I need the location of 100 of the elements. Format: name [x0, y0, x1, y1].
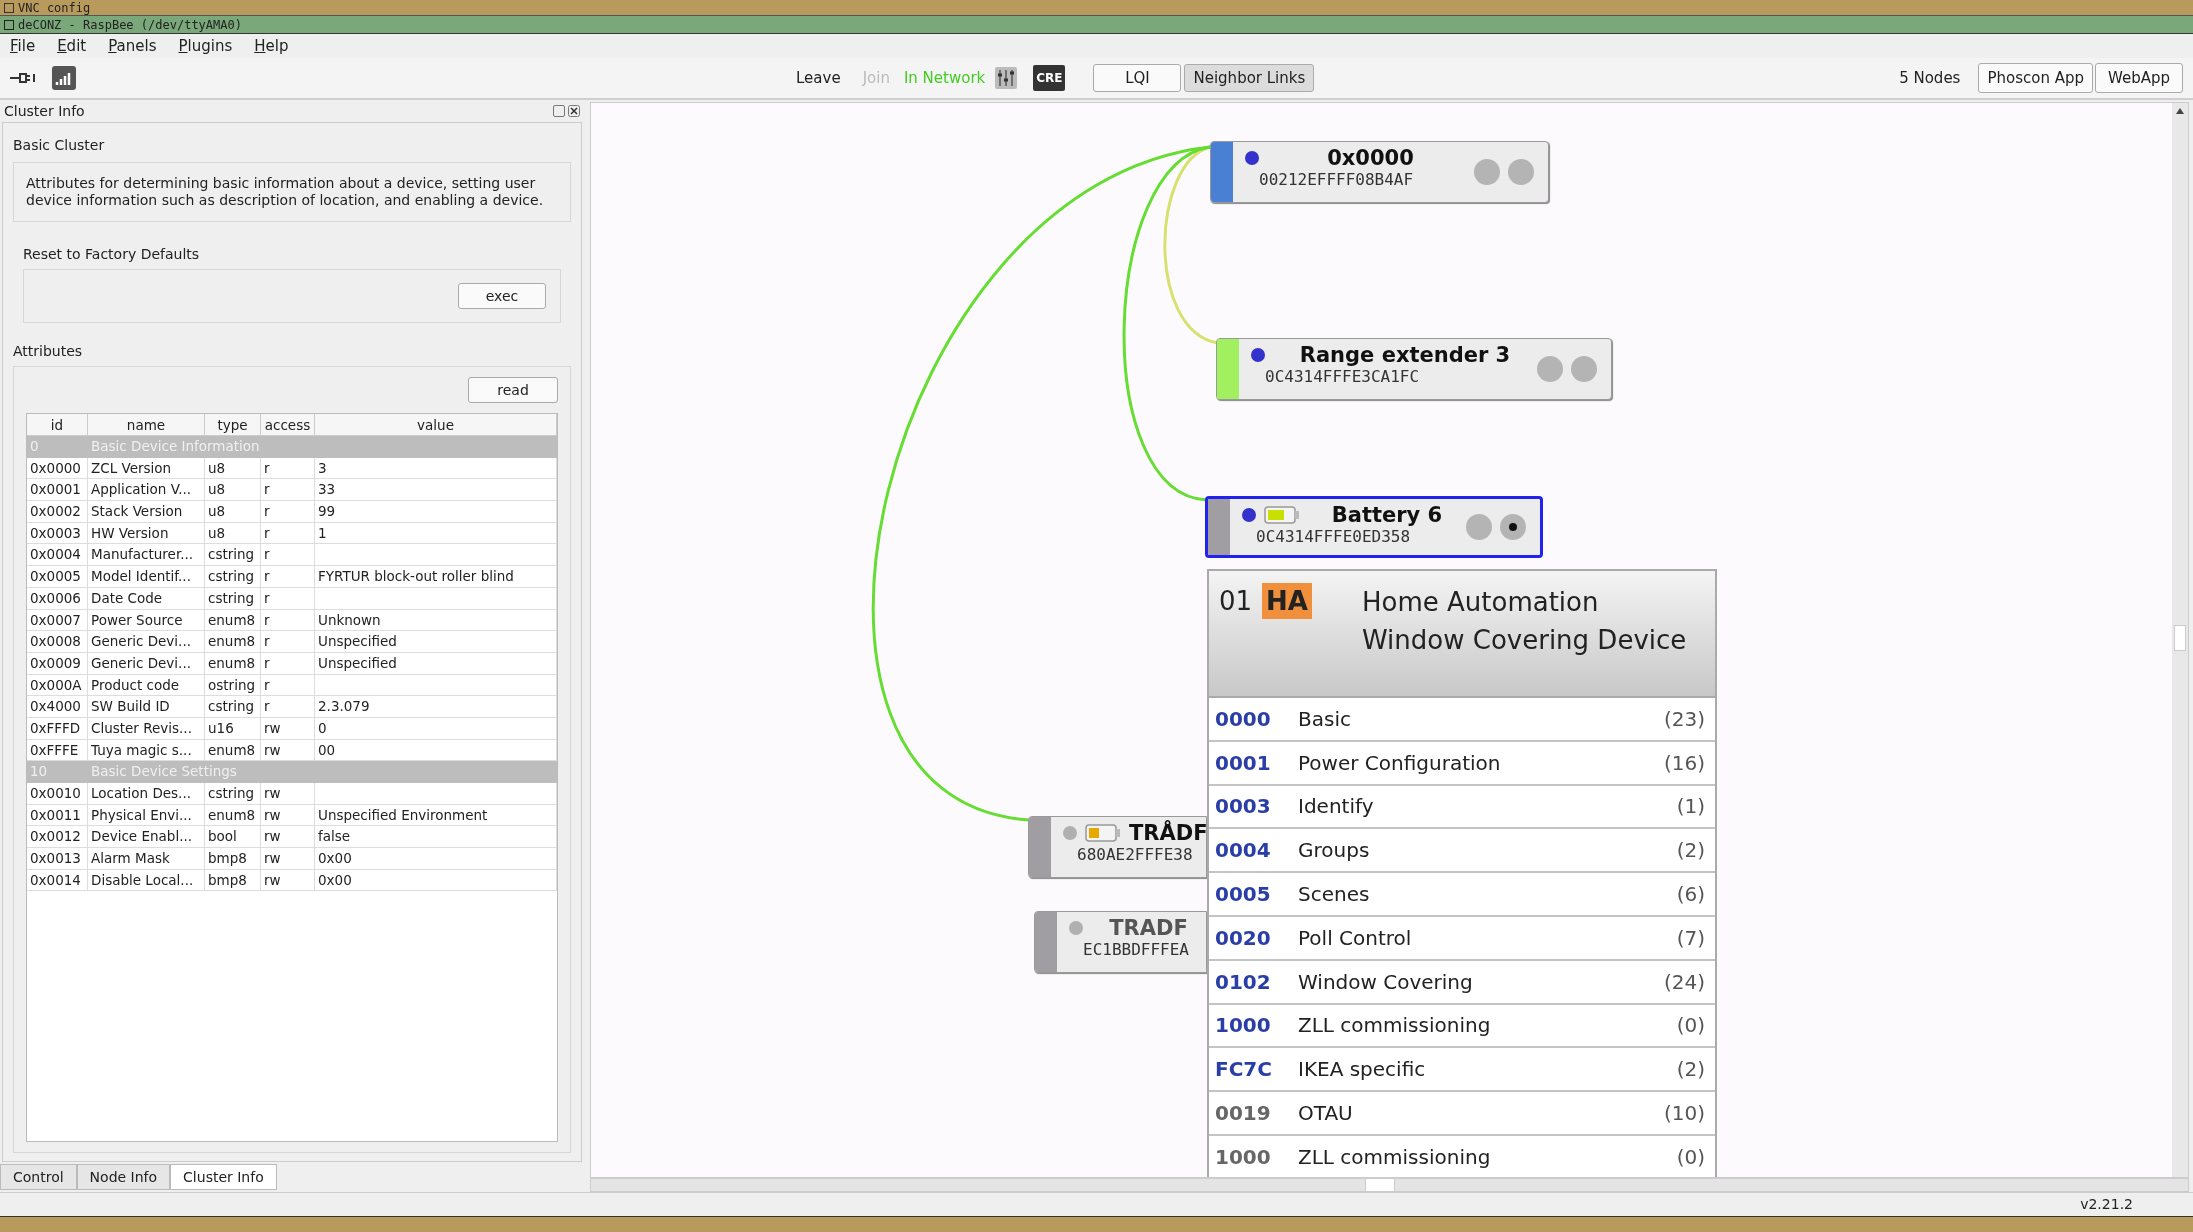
- node-address: EC1BBDFFFEA: [1082, 940, 1190, 960]
- plug-icon[interactable]: [10, 72, 36, 84]
- table-cell: rw: [261, 783, 315, 804]
- table-cell: Tuya magic s...: [88, 739, 205, 761]
- network-node[interactable]: TRÅDF 680AE2FFFE38: [1028, 816, 1207, 878]
- menu-item[interactable]: Panels: [108, 34, 157, 58]
- menu-item[interactable]: Edit: [57, 34, 87, 58]
- table-cell: 0x0014: [27, 869, 88, 891]
- table-cell: r: [261, 544, 315, 566]
- menu-item[interactable]: Plugins: [178, 34, 233, 58]
- cluster-row[interactable]: 0019 OTAU (10): [1209, 1092, 1715, 1136]
- app-button[interactable]: Phoscon App: [1978, 63, 2093, 93]
- table-cell: rw: [261, 869, 315, 891]
- menu-item[interactable]: Help: [254, 34, 289, 58]
- table-cell: 0x0000: [27, 457, 88, 479]
- table-cell: rw: [261, 717, 315, 739]
- scroll-up-icon[interactable]: [2175, 107, 2185, 115]
- leave-button[interactable]: Leave: [796, 66, 841, 90]
- command-label: Reset to Factory Defaults: [23, 245, 201, 264]
- version-label: v2.21.2: [2080, 1195, 2133, 1214]
- cluster-row[interactable]: 1000 ZLL commissioning (0): [1209, 1004, 1715, 1049]
- table-cell: cstring: [205, 566, 261, 587]
- network-node[interactable]: Battery 6 0C4314FFFE0ED358: [1205, 496, 1543, 558]
- read-button[interactable]: read: [468, 377, 558, 403]
- sliders-icon[interactable]: [995, 67, 1018, 89]
- toggle-button[interactable]: LQI: [1093, 64, 1182, 92]
- attributes-label: Attributes: [13, 342, 84, 361]
- menu-item[interactable]: File: [10, 34, 36, 58]
- table-cell: rw: [261, 739, 315, 761]
- table-cell: rw: [261, 826, 315, 848]
- cluster-row[interactable]: 0102 Window Covering (24): [1209, 960, 1715, 1005]
- signal-bars-icon[interactable]: [52, 66, 76, 90]
- table-cell: r: [261, 479, 315, 501]
- cre-badge[interactable]: CRE: [1033, 65, 1066, 91]
- table-cell: 33: [315, 479, 557, 501]
- table-cell: r: [261, 522, 315, 544]
- cluster-row[interactable]: 0001 Power Configuration (16): [1209, 741, 1715, 786]
- table-cell: 0x00: [315, 869, 557, 891]
- table-cell: 0x0009: [27, 652, 88, 674]
- cluster-row[interactable]: FC7C IKEA specific (2): [1209, 1048, 1715, 1093]
- table-cell: 99: [315, 501, 557, 522]
- table-cell: cstring: [205, 544, 261, 566]
- node-address: 00212EFFFF08B4AF: [1258, 170, 1415, 190]
- scroll-thumb[interactable]: [2174, 625, 2186, 651]
- column-header[interactable]: id: [27, 414, 88, 435]
- bottom-tab[interactable]: Node Info: [76, 1164, 171, 1190]
- table-cell: enum8: [205, 609, 261, 631]
- table-cell: 1: [315, 522, 557, 544]
- table-cell: r: [261, 631, 315, 652]
- table-cell: Application V...: [88, 479, 205, 501]
- column-header[interactable]: value: [315, 414, 557, 435]
- toggle-button[interactable]: Neighbor Links: [1184, 64, 1315, 92]
- table-cell: r: [261, 609, 315, 631]
- table-cell: 0x4000: [27, 696, 88, 717]
- vertical-scrollbar[interactable]: [2172, 103, 2188, 1177]
- table-cell: 2.3.079: [315, 696, 557, 717]
- table-cell: Date Code: [88, 587, 205, 609]
- table-cell: u8: [205, 522, 261, 544]
- table-cell: 0x0010: [27, 783, 88, 804]
- table-cell: FYRTUR block-out roller blind: [315, 566, 557, 587]
- cluster-row[interactable]: 0003 Identify (1): [1209, 785, 1715, 830]
- table-cell: bool: [205, 826, 261, 848]
- column-header[interactable]: name: [88, 414, 205, 435]
- bottom-tab[interactable]: Cluster Info: [170, 1164, 277, 1190]
- endpoint-title: Home Automation: [1362, 586, 1600, 619]
- cluster-description: Attributes for determining basic information about a device, setting user device information such as description of location, and enabling a device.: [13, 162, 571, 222]
- table-cell: r: [261, 457, 315, 479]
- table-cell: Disable Local...: [88, 869, 205, 891]
- cluster-row[interactable]: 0005 Scenes (6): [1209, 873, 1715, 917]
- endpoint-id: 01: [1219, 585, 1253, 618]
- horizontal-scrollbar[interactable]: [590, 1178, 2189, 1192]
- cluster-row[interactable]: 0004 Groups (2): [1209, 829, 1715, 874]
- network-node[interactable]: TRADF EC1BBDFFFEA: [1034, 911, 1207, 973]
- node-name: Range extender 3: [1298, 344, 1512, 366]
- bottom-tab[interactable]: Control: [0, 1164, 77, 1190]
- window-title: deCONZ - RaspBee (/dev/ttyAMA0): [18, 18, 242, 31]
- table-cell: Product code: [88, 674, 205, 696]
- float-icon[interactable]: [553, 105, 565, 117]
- cluster-row[interactable]: 0000 Basic (23): [1209, 698, 1715, 742]
- app-button[interactable]: WebApp: [2095, 63, 2183, 93]
- profile-badge: HA: [1262, 583, 1312, 619]
- cluster-row[interactable]: 1000 ZLL commissioning (0): [1209, 1135, 1715, 1177]
- column-header[interactable]: access: [261, 414, 315, 435]
- window-icon[interactable]: [4, 2, 14, 13]
- exec-button[interactable]: exec: [458, 283, 546, 309]
- node-address: 680AE2FFFE38: [1076, 845, 1194, 865]
- column-header[interactable]: type: [205, 414, 261, 435]
- table-cell: ostring: [205, 674, 261, 696]
- table-cell: Stack Version: [88, 501, 205, 522]
- cluster-row[interactable]: 0020 Poll Control (7): [1209, 917, 1715, 961]
- close-icon[interactable]: [568, 105, 580, 117]
- node-name: TRADF: [1108, 917, 1189, 939]
- table-cell: r: [261, 696, 315, 717]
- scroll-thumb[interactable]: [1365, 1179, 1395, 1191]
- table-cell: 0x0003: [27, 522, 88, 544]
- node-name: 0x0000: [1326, 147, 1415, 169]
- window-icon[interactable]: [4, 19, 14, 30]
- table-cell: Unknown: [315, 609, 557, 631]
- table-cell: 0x0013: [27, 848, 88, 869]
- table-cell: Alarm Mask: [88, 848, 205, 869]
